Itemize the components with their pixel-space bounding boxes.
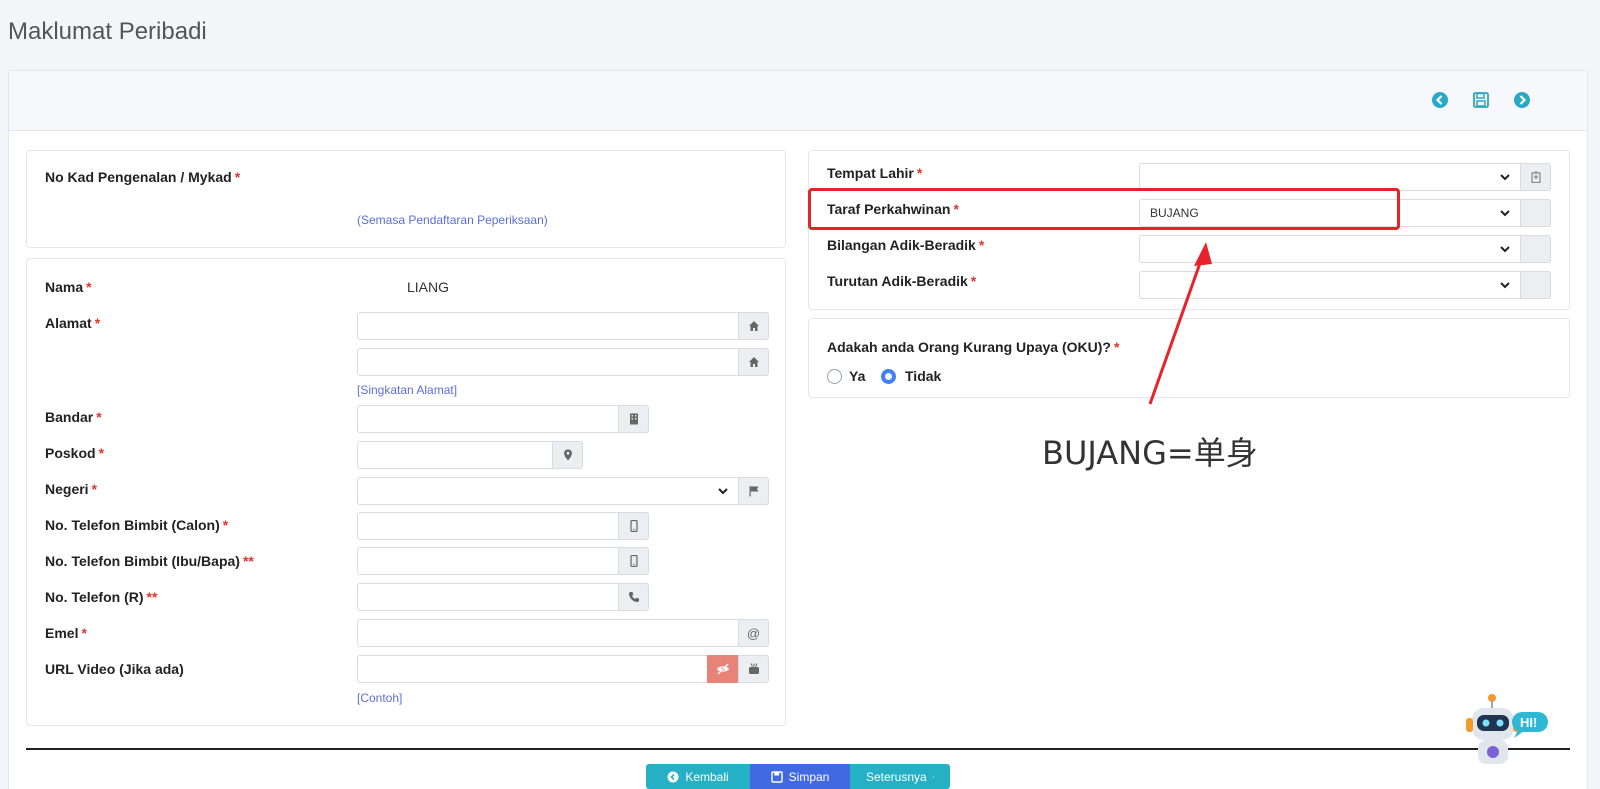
eye-slash-icon[interactable] bbox=[707, 655, 738, 683]
annotation-highlight-box bbox=[808, 188, 1400, 230]
chevron-down-icon bbox=[718, 488, 728, 495]
mykad-link[interactable]: (Semasa Pendaftaran Peperiksaan) bbox=[357, 213, 548, 227]
alamat-line2-input[interactable] bbox=[357, 348, 738, 376]
emel-input[interactable] bbox=[357, 619, 738, 647]
seterusnya-label: Seterusnya bbox=[866, 769, 927, 784]
annotation-text: BUJANG=单身 bbox=[1042, 434, 1258, 472]
chevron-down-icon bbox=[1500, 246, 1510, 253]
tel-calon-input[interactable] bbox=[357, 512, 618, 540]
chatbot-mascot[interactable]: HI! bbox=[1462, 690, 1554, 770]
url-video-input[interactable] bbox=[357, 655, 707, 683]
at-sign-icon: @ bbox=[738, 619, 769, 647]
chevron-down-icon bbox=[1500, 174, 1510, 181]
save-icon bbox=[770, 770, 783, 783]
tempat-lahir-label: Tempat Lahir * bbox=[827, 165, 923, 181]
oku-radio-tidak[interactable] bbox=[881, 369, 896, 384]
tempat-lahir-select[interactable] bbox=[1139, 163, 1520, 191]
poskod-input[interactable] bbox=[357, 441, 552, 469]
tempat-lahir-group bbox=[1139, 163, 1551, 191]
tel-r-input[interactable] bbox=[357, 583, 618, 611]
button-bar: Kembali Simpan Seterusnya bbox=[646, 764, 950, 789]
chevron-down-icon bbox=[1500, 210, 1510, 217]
poskod-label: Poskod * bbox=[45, 445, 105, 461]
page-title: Maklumat Peribadi bbox=[8, 18, 207, 45]
oku-radio-ya[interactable] bbox=[827, 369, 842, 384]
url-video-label: URL Video (Jika ada) bbox=[45, 661, 184, 677]
previous-icon[interactable] bbox=[1431, 91, 1449, 109]
building-icon bbox=[618, 405, 649, 433]
kembali-button[interactable]: Kembali bbox=[646, 764, 750, 789]
nama-label: Nama * bbox=[45, 279, 92, 295]
mykad-panel: No Kad Pengenalan / Mykad * (Semasa Penda… bbox=[26, 150, 786, 248]
url-video-group bbox=[357, 655, 769, 683]
alamat-line1-group bbox=[357, 312, 769, 340]
mascot-greeting: HI! bbox=[1520, 715, 1538, 730]
flag-icon bbox=[738, 477, 769, 505]
bilangan-adik-beradik-label: Bilangan Adik-Beradik * bbox=[827, 237, 985, 253]
next-icon[interactable] bbox=[1513, 91, 1531, 109]
mobile-phone-icon bbox=[618, 512, 649, 540]
youtube-icon bbox=[738, 655, 769, 683]
tel-ibubapa-label: No. Telefon Bimbit (Ibu/Bapa) ** bbox=[45, 553, 254, 569]
oku-question: Adakah anda Orang Kurang Upaya (OKU)? * bbox=[827, 339, 1120, 355]
tel-calon-group bbox=[357, 512, 649, 540]
poskod-group bbox=[357, 441, 583, 469]
tel-r-group bbox=[357, 583, 649, 611]
map-marker-icon bbox=[552, 441, 583, 469]
singkatan-alamat-link[interactable]: [Singkatan Alamat] bbox=[357, 383, 457, 397]
alamat-line2-group bbox=[357, 348, 769, 376]
tel-ibubapa-input[interactable] bbox=[357, 547, 618, 575]
mobile-phone-icon bbox=[618, 547, 649, 575]
mykad-label: No Kad Pengenalan / Mykad * bbox=[45, 169, 241, 185]
simpan-label: Simpan bbox=[788, 769, 830, 784]
oku-option-ya-label[interactable]: Ya bbox=[849, 368, 865, 384]
annotation-arrow bbox=[1148, 242, 1212, 405]
alamat-line1-input[interactable] bbox=[357, 312, 738, 340]
form-divider bbox=[26, 748, 1570, 750]
alamat-label: Alamat * bbox=[45, 315, 101, 331]
kembali-label: Kembali bbox=[685, 769, 729, 784]
negeri-select[interactable] bbox=[357, 477, 738, 505]
turutan-adik-beradik-label: Turutan Adik-Beradik * bbox=[827, 273, 977, 289]
home-icon bbox=[738, 348, 769, 376]
card-header bbox=[9, 71, 1587, 131]
tel-r-label: No. Telefon (R) ** bbox=[45, 589, 158, 605]
select-addon bbox=[1520, 199, 1551, 227]
personal-panel: Nama * LIANG Alamat * [Singkatan Alamat] B… bbox=[26, 258, 786, 726]
tel-calon-label: No. Telefon Bimbit (Calon) * bbox=[45, 517, 229, 533]
select-addon bbox=[1520, 271, 1551, 299]
select-addon bbox=[1520, 235, 1551, 263]
bandar-group bbox=[357, 405, 649, 433]
nama-value: LIANG bbox=[407, 279, 450, 295]
emel-label: Emel * bbox=[45, 625, 87, 641]
tel-ibubapa-group bbox=[357, 547, 649, 575]
bandar-input[interactable] bbox=[357, 405, 618, 433]
home-icon bbox=[738, 312, 769, 340]
hospital-icon bbox=[1520, 163, 1551, 191]
seterusnya-button[interactable]: Seterusnya bbox=[850, 764, 950, 789]
negeri-group bbox=[357, 477, 769, 505]
bandar-label: Bandar * bbox=[45, 409, 102, 425]
robot-icon bbox=[1466, 694, 1548, 764]
save-icon[interactable] bbox=[1472, 91, 1490, 109]
contoh-link[interactable]: [Contoh] bbox=[357, 691, 402, 705]
phone-icon bbox=[618, 583, 649, 611]
chevron-down-icon bbox=[1500, 282, 1510, 289]
chevron-left-circle-icon bbox=[667, 771, 679, 782]
negeri-label: Negeri * bbox=[45, 481, 98, 497]
simpan-button[interactable]: Simpan bbox=[750, 764, 850, 789]
chevron-right-circle-icon bbox=[932, 775, 934, 778]
emel-group: @ bbox=[357, 619, 769, 647]
oku-option-tidak-label[interactable]: Tidak bbox=[905, 368, 941, 384]
